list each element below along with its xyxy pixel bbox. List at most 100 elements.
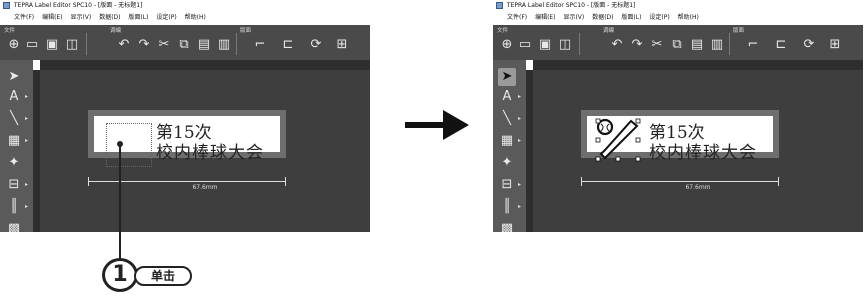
menu-settings[interactable]: 设定(P) bbox=[156, 11, 176, 25]
rotate-icon[interactable]: ⟳ bbox=[308, 37, 324, 53]
text-tool-icon[interactable]: A bbox=[498, 88, 516, 106]
undo-icon[interactable]: ↶ bbox=[116, 37, 132, 53]
cut-icon[interactable]: ✂ bbox=[156, 37, 172, 53]
paste-icon[interactable]: ▤ bbox=[196, 37, 212, 53]
menu-edit[interactable]: 编辑(E) bbox=[42, 11, 62, 25]
frame-icon[interactable]: ⌐ bbox=[252, 37, 268, 53]
menu-settings[interactable]: 设定(P) bbox=[649, 11, 669, 25]
horizontal-ruler bbox=[40, 60, 370, 70]
menu-layout[interactable]: 版面(L) bbox=[128, 11, 148, 25]
group-icon[interactable]: ⊞ bbox=[334, 37, 350, 53]
toolbar-group-layout-label: 版面 bbox=[733, 28, 745, 34]
toolbar-group-file-label: 文件 bbox=[497, 28, 509, 34]
dropdown-arrow-icon[interactable]: ▸ bbox=[25, 88, 30, 106]
menu-view[interactable]: 显示(V) bbox=[70, 11, 91, 25]
barcode-tool-icon[interactable]: ║ bbox=[5, 198, 23, 216]
menu-bar: 文件(F) 编辑(E) 显示(V) 数据(D) 版面(L) 设定(P) 帮助(H… bbox=[0, 11, 370, 25]
image-tool-icon[interactable]: ▦ bbox=[498, 132, 516, 150]
barcode-tool-icon[interactable]: ║ bbox=[498, 198, 516, 216]
menu-file[interactable]: 文件(F) bbox=[14, 11, 34, 25]
image-tool-icon[interactable]: ▦ bbox=[5, 132, 23, 150]
frame-tool-icon[interactable]: ⊟ bbox=[498, 176, 516, 194]
label-canvas[interactable]: 第15次 校内棒球大会 67.6mm bbox=[533, 70, 863, 232]
stamp-tool-icon[interactable]: ✦ bbox=[5, 154, 23, 172]
dropdown-arrow-icon[interactable]: ▸ bbox=[518, 110, 523, 128]
dropdown-arrow-icon[interactable]: ▸ bbox=[518, 176, 523, 194]
delete-icon[interactable]: ▥ bbox=[216, 37, 232, 53]
book-icon[interactable]: ◫ bbox=[64, 37, 80, 53]
cut-icon[interactable]: ✂ bbox=[649, 37, 665, 53]
select-arrow-icon[interactable]: ➤ bbox=[498, 68, 516, 86]
menu-help[interactable]: 帮助(H) bbox=[185, 11, 206, 25]
rotate-icon[interactable]: ⟳ bbox=[801, 37, 817, 53]
text-tool-icon[interactable]: A bbox=[5, 88, 23, 106]
qrcode-tool-icon[interactable]: ▩ bbox=[498, 220, 516, 232]
dropdown-arrow-icon[interactable]: ▸ bbox=[518, 132, 523, 150]
toolbar-group-edit-label: 调编 bbox=[603, 28, 615, 34]
undo-icon[interactable]: ↶ bbox=[609, 37, 625, 53]
new-icon[interactable]: ⊕ bbox=[6, 37, 22, 53]
dropdown-arrow-icon[interactable]: ▸ bbox=[25, 110, 30, 128]
label-length: 67.6mm bbox=[685, 184, 711, 191]
app-icon bbox=[496, 2, 503, 9]
toolbar-group-layout-label: 版面 bbox=[240, 28, 252, 34]
copy-icon[interactable]: ⧉ bbox=[669, 37, 685, 53]
select-arrow-icon[interactable]: ➤ bbox=[5, 68, 23, 86]
group-icon[interactable]: ⊞ bbox=[827, 37, 843, 53]
label-print-area[interactable]: 第15次 校内棒球大会 bbox=[94, 116, 280, 167]
toolbar-separator bbox=[729, 33, 730, 55]
menu-view[interactable]: 显示(V) bbox=[563, 11, 584, 25]
dropdown-arrow-icon[interactable]: ▸ bbox=[25, 132, 30, 150]
line-tool-icon[interactable]: ╲ bbox=[498, 110, 516, 128]
copy-icon[interactable]: ⧉ bbox=[176, 37, 192, 53]
label-tape[interactable]: 第15次 校内棒球大会 bbox=[88, 110, 286, 167]
align-icon[interactable]: ⊏ bbox=[280, 37, 296, 53]
qrcode-tool-icon[interactable]: ▩ bbox=[5, 220, 23, 232]
arrow-right-icon bbox=[405, 110, 469, 140]
image-placeholder[interactable] bbox=[106, 123, 152, 167]
label-print-area[interactable]: 第15次 校内棒球大会 bbox=[587, 116, 773, 163]
vertical-ruler bbox=[33, 70, 40, 232]
label-length: 67.6mm bbox=[192, 184, 218, 191]
menu-data[interactable]: 数据(D) bbox=[592, 11, 613, 25]
open-icon[interactable]: ▭ bbox=[24, 37, 40, 53]
toolbar: 文件 调编 版面 ⊕ ▭ ▣ ◫ ↶ ↷ ✂ ⧉ ▤ ▥ ⌐ ⊏ ⟳ ⊞ bbox=[0, 25, 370, 60]
window-title: TEPRA Label Editor SPC10 - [版面 - 无标题1] bbox=[506, 2, 636, 9]
menu-edit[interactable]: 编辑(E) bbox=[535, 11, 555, 25]
vertical-ruler bbox=[526, 70, 533, 232]
line-tool-icon[interactable]: ╲ bbox=[5, 110, 23, 128]
window-title: TEPRA Label Editor SPC10 - [版面 - 无标题1] bbox=[13, 2, 143, 9]
menu-layout[interactable]: 版面(L) bbox=[621, 11, 641, 25]
label-tape[interactable]: 第15次 校内棒球大会 bbox=[581, 110, 779, 163]
redo-icon[interactable]: ↷ bbox=[629, 37, 645, 53]
tool-palette: ➤ A ▸ ╲ ▸ ▦ ▸ ✦ ⊟ ▸ ║ ▸ ▩ bbox=[0, 60, 33, 232]
baseball-bat-icon[interactable] bbox=[595, 118, 641, 162]
dropdown-arrow-icon[interactable]: ▸ bbox=[25, 176, 30, 194]
frame-tool-icon[interactable]: ⊟ bbox=[5, 176, 23, 194]
label-canvas[interactable]: 第15次 校内棒球大会 67.6mm bbox=[40, 70, 370, 232]
toolbar-group-file-label: 文件 bbox=[4, 28, 16, 34]
open-icon[interactable]: ▭ bbox=[517, 37, 533, 53]
horizontal-ruler bbox=[533, 60, 863, 70]
label-text-line2[interactable]: 校内棒球大会 bbox=[649, 138, 757, 163]
new-icon[interactable]: ⊕ bbox=[499, 37, 515, 53]
delete-icon[interactable]: ▥ bbox=[709, 37, 725, 53]
toolbar-group-edit-label: 调编 bbox=[110, 28, 122, 34]
dropdown-arrow-icon[interactable]: ▸ bbox=[518, 88, 523, 106]
menu-help[interactable]: 帮助(H) bbox=[678, 11, 699, 25]
paste-icon[interactable]: ▤ bbox=[689, 37, 705, 53]
book-icon[interactable]: ◫ bbox=[557, 37, 573, 53]
menu-file[interactable]: 文件(F) bbox=[507, 11, 527, 25]
save-icon[interactable]: ▣ bbox=[44, 37, 60, 53]
redo-icon[interactable]: ↷ bbox=[136, 37, 152, 53]
label-text-line2[interactable]: 校内棒球大会 bbox=[156, 138, 264, 163]
stamp-tool-icon[interactable]: ✦ bbox=[498, 154, 516, 172]
menu-data[interactable]: 数据(D) bbox=[99, 11, 120, 25]
frame-icon[interactable]: ⌐ bbox=[745, 37, 761, 53]
dropdown-arrow-icon[interactable]: ▸ bbox=[25, 198, 30, 216]
title-bar: TEPRA Label Editor SPC10 - [版面 - 无标题1] bbox=[493, 0, 863, 11]
align-icon[interactable]: ⊏ bbox=[773, 37, 789, 53]
toolbar: 文件 调编 版面 ⊕ ▭ ▣ ◫ ↶ ↷ ✂ ⧉ ▤ ▥ ⌐ ⊏ ⟳ ⊞ bbox=[493, 25, 863, 60]
dropdown-arrow-icon[interactable]: ▸ bbox=[518, 198, 523, 216]
save-icon[interactable]: ▣ bbox=[537, 37, 553, 53]
